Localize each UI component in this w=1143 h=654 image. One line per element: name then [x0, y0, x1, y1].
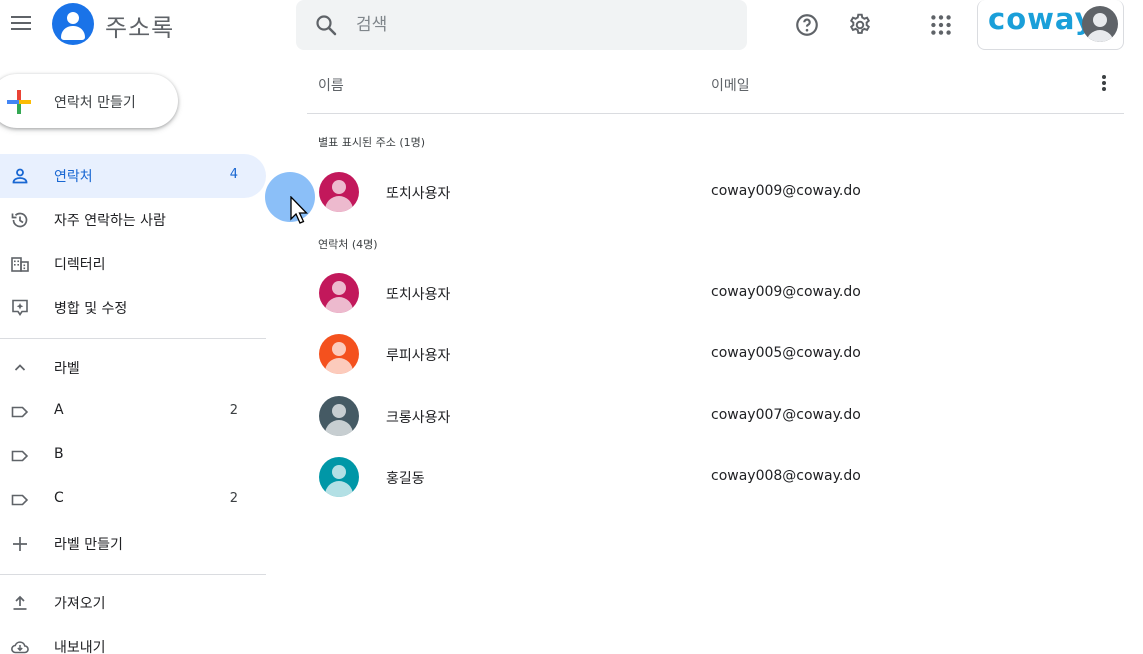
- app-title: 주소록: [105, 14, 175, 42]
- sidebar-divider: [0, 338, 266, 339]
- sidebar-item-export[interactable]: 내보내기: [0, 625, 266, 654]
- sidebar-label-a[interactable]: A 2: [0, 390, 266, 434]
- account-avatar[interactable]: [1082, 6, 1118, 42]
- menu-icon[interactable]: [8, 10, 34, 36]
- more-vert-icon[interactable]: [1094, 72, 1114, 94]
- building-icon: [11, 257, 29, 272]
- sidebar-item-contacts[interactable]: 연락처 4: [0, 154, 266, 198]
- gear-icon[interactable]: [847, 12, 873, 38]
- search-bar[interactable]: [296, 0, 747, 50]
- sidebar-item-label: A: [54, 402, 64, 418]
- contact-email: coway008@coway.do: [711, 468, 861, 484]
- label-icon: [11, 494, 29, 506]
- sidebar-item-label: 내보내기: [54, 640, 106, 654]
- column-header-name[interactable]: 이름: [318, 75, 344, 95]
- sidebar-label-b[interactable]: B: [0, 434, 266, 478]
- avatar: [319, 457, 359, 497]
- create-label-button[interactable]: 라벨 만들기: [0, 522, 266, 566]
- contact-email: coway007@coway.do: [711, 407, 861, 423]
- avatar: [319, 396, 359, 436]
- mouse-cursor-icon: [290, 196, 309, 224]
- avatar: [319, 172, 359, 212]
- sidebar-item-label: 라벨 만들기: [54, 537, 123, 553]
- sidebar-item-label: C: [54, 490, 64, 506]
- upload-icon: [13, 595, 27, 610]
- contact-name: 크롱사용자: [386, 410, 451, 426]
- search-input[interactable]: [356, 0, 736, 50]
- sidebar-item-directory[interactable]: 디렉터리: [0, 242, 266, 286]
- labels-header: 라벨: [54, 361, 80, 377]
- plus-icon: [7, 90, 31, 114]
- cloud-download-icon: [11, 641, 29, 654]
- person-icon: [12, 168, 28, 184]
- plus-icon: [13, 537, 27, 551]
- table-row[interactable]: 루피사용자 coway005@coway.do: [307, 326, 1124, 382]
- search-icon[interactable]: [314, 13, 338, 37]
- merge-icon: [12, 299, 28, 316]
- column-header-email[interactable]: 이메일: [711, 75, 750, 95]
- sidebar-divider: [0, 574, 266, 575]
- labels-section-toggle[interactable]: 라벨: [0, 346, 266, 390]
- create-contact-button[interactable]: 연락처 만들기: [0, 74, 178, 128]
- account-switcher[interactable]: coway: [977, 0, 1124, 50]
- create-contact-label: 연락처 만들기: [54, 95, 136, 111]
- starred-section-label: 별표 표시된 주소 (1명): [318, 136, 426, 149]
- avatar: [319, 273, 359, 313]
- sidebar-item-label: 연락처: [54, 169, 93, 185]
- table-row[interactable]: 또치사용자 coway009@coway.do: [307, 265, 1124, 321]
- brand-logo: coway: [988, 2, 1095, 36]
- sidebar-item-count: 2: [229, 491, 238, 506]
- top-bar: 주소록 coway: [0, 0, 1143, 50]
- help-icon[interactable]: [794, 12, 820, 38]
- sidebar-item-label: B: [54, 446, 64, 462]
- sidebar-item-label: 자주 연락하는 사람: [54, 213, 166, 229]
- sidebar-item-label: 디렉터리: [54, 257, 106, 273]
- contacts-section-label: 연락처 (4명): [318, 238, 378, 251]
- contact-email: coway009@coway.do: [711, 284, 861, 300]
- list-header-divider: [307, 113, 1124, 114]
- table-row[interactable]: 크롱사용자 coway007@coway.do: [307, 388, 1124, 444]
- sidebar-item-count: 2: [229, 403, 238, 418]
- label-icon: [11, 406, 29, 418]
- table-row[interactable]: 홍길동 coway008@coway.do: [307, 449, 1124, 505]
- sidebar-label-c[interactable]: C 2: [0, 478, 266, 522]
- sidebar-item-label: 가져오기: [54, 596, 106, 612]
- sidebar-item-frequent[interactable]: 자주 연락하는 사람: [0, 198, 266, 242]
- sidebar-item-import[interactable]: 가져오기: [0, 581, 266, 625]
- chevron-up-icon: [14, 364, 26, 371]
- contact-name: 루피사용자: [386, 348, 451, 364]
- contact-email: coway005@coway.do: [711, 345, 861, 361]
- avatar: [319, 334, 359, 374]
- sidebar-item-label: 병합 및 수정: [54, 301, 128, 317]
- sidebar-item-merge[interactable]: 병합 및 수정: [0, 286, 266, 330]
- contact-name: 또치사용자: [386, 186, 451, 202]
- contacts-logo-icon: [52, 3, 94, 45]
- contact-name: 또치사용자: [386, 287, 451, 303]
- apps-icon[interactable]: [928, 12, 954, 38]
- history-icon: [11, 212, 28, 228]
- contact-name: 홍길동: [386, 471, 425, 487]
- table-row[interactable]: 또치사용자 coway009@coway.do: [307, 164, 1124, 220]
- contact-email: coway009@coway.do: [711, 183, 861, 199]
- sidebar-item-count: 4: [229, 167, 238, 182]
- label-icon: [11, 450, 29, 462]
